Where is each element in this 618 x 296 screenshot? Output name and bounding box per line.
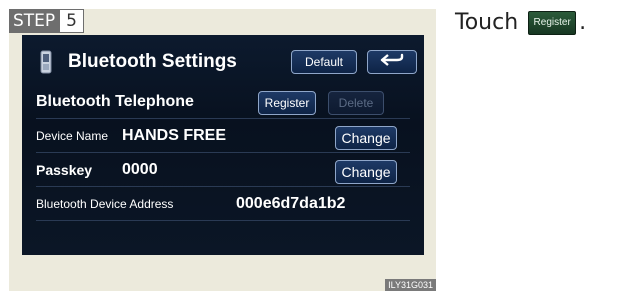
screen-title: Bluetooth Settings [68,51,237,72]
default-button[interactable]: Default [291,50,357,74]
step-tag: STEP 5 [9,9,84,33]
section-title: Bluetooth Telephone [36,92,194,110]
passkey-value: 0000 [122,160,158,178]
address-value: 000e6d7da1b2 [236,194,346,212]
instruction-period: . [579,10,587,35]
title-row: Bluetooth Settings Default [36,45,417,79]
instruction-text: Touch [455,10,519,35]
image-code: ILY31G031 [385,279,436,291]
device-name-row: Device Name HANDS FREE Change [36,119,410,153]
instruction: Touch Register . [455,10,586,35]
instruction-register-button-image: Register [528,10,577,35]
passkey-change-button[interactable]: Change [335,160,397,184]
delete-button[interactable]: Delete [328,91,384,115]
passkey-row: Passkey 0000 Change [36,153,410,187]
bluetooth-telephone-row: Bluetooth Telephone Register Delete [36,85,410,119]
back-button[interactable] [367,50,417,74]
passkey-label: Passkey [36,161,93,178]
bluetooth-settings-screen: Bluetooth Settings Default Bluetooth Tel… [22,35,424,255]
device-name-change-button[interactable]: Change [335,126,397,150]
device-name-value: HANDS FREE [122,126,227,144]
step-label: STEP [9,9,60,33]
device-name-label: Device Name [36,128,109,143]
back-arrow-icon [380,53,404,72]
register-button[interactable]: Register [258,91,316,115]
device-address-row: Bluetooth Device Address 000e6d7da1b2 [36,187,410,221]
step-number: 5 [59,9,84,33]
address-label: Bluetooth Device Address [36,196,174,211]
phone-icon [40,50,52,74]
